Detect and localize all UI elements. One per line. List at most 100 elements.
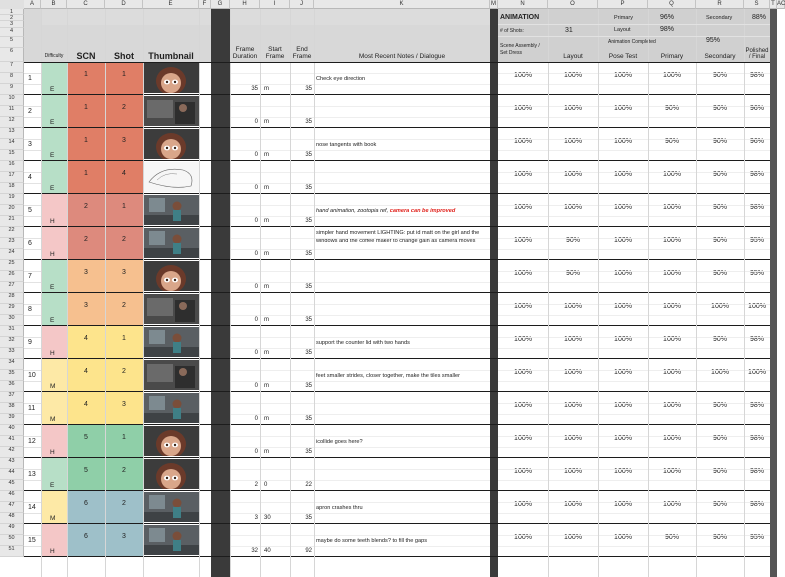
row-number[interactable]: 46 xyxy=(0,491,24,502)
row-number[interactable]: 37 xyxy=(0,392,24,403)
row-number[interactable]: 47 xyxy=(0,502,24,513)
row-number[interactable]: 45 xyxy=(0,480,24,491)
row-number[interactable]: 35 xyxy=(0,370,24,381)
row-number[interactable]: 27 xyxy=(0,282,24,293)
thumbnail-cell[interactable] xyxy=(143,393,199,423)
column-header-q[interactable]: Q xyxy=(648,0,696,9)
row-number[interactable]: 4 xyxy=(0,28,24,37)
row-number[interactable]: 19 xyxy=(0,194,24,205)
notes-cell[interactable] xyxy=(316,97,488,126)
notes-cell[interactable]: support the counter lid with two hands xyxy=(316,328,488,357)
row-number[interactable]: 9 xyxy=(0,84,24,95)
column-header-c[interactable]: C xyxy=(67,0,105,9)
thumbnail-cell[interactable] xyxy=(143,327,199,357)
row-number[interactable]: 49 xyxy=(0,524,24,535)
column-header-j[interactable]: J xyxy=(290,0,314,9)
row-number[interactable]: 17 xyxy=(0,172,24,183)
row-number[interactable]: 20 xyxy=(0,205,24,216)
thumbnail-cell[interactable] xyxy=(143,96,199,126)
thumbnail-cell[interactable] xyxy=(143,129,199,159)
row-number[interactable]: 15 xyxy=(0,150,24,161)
column-header-ac[interactable]: AC xyxy=(777,0,785,9)
column-header-r[interactable]: R xyxy=(696,0,744,9)
row-number[interactable]: 6 xyxy=(0,48,24,62)
row-number[interactable]: 10 xyxy=(0,95,24,106)
column-header-b[interactable]: B xyxy=(41,0,67,9)
row-number[interactable]: 39 xyxy=(0,414,24,425)
column-header-n[interactable]: N xyxy=(498,0,548,9)
notes-cell[interactable] xyxy=(316,460,488,489)
column-header-f[interactable]: F xyxy=(199,0,211,9)
row-number[interactable]: 32 xyxy=(0,337,24,348)
thumbnail-cell[interactable] xyxy=(143,162,199,192)
thumbnail-cell[interactable] xyxy=(143,525,199,555)
row-number[interactable]: 44 xyxy=(0,469,24,480)
notes-cell[interactable] xyxy=(316,262,488,291)
row-number[interactable]: 28 xyxy=(0,293,24,304)
column-header-t[interactable]: T xyxy=(770,0,777,9)
row-number[interactable]: 40 xyxy=(0,425,24,436)
notes-cell[interactable] xyxy=(316,163,488,192)
row-number[interactable]: 31 xyxy=(0,326,24,337)
notes-cell[interactable] xyxy=(316,394,488,423)
notes-cell[interactable]: feet smaller strides, closer together, m… xyxy=(316,361,488,390)
row-number[interactable]: 41 xyxy=(0,436,24,447)
row-number[interactable]: 26 xyxy=(0,271,24,282)
row-number[interactable]: 16 xyxy=(0,161,24,172)
notes-cell[interactable]: icollide goes here? xyxy=(316,427,488,456)
column-header-h[interactable]: H xyxy=(230,0,260,9)
row-number[interactable]: 3 xyxy=(0,21,24,28)
thumbnail-cell[interactable] xyxy=(143,360,199,390)
thumbnail-cell[interactable] xyxy=(143,459,199,489)
row-number[interactable]: 30 xyxy=(0,315,24,326)
thumbnail-cell[interactable] xyxy=(143,492,199,522)
row-number[interactable]: 38 xyxy=(0,403,24,414)
row-number[interactable]: 24 xyxy=(0,249,24,260)
notes-cell[interactable]: simpler hand movement LIGHTING: put id m… xyxy=(316,229,488,258)
row-number[interactable]: 34 xyxy=(0,359,24,370)
notes-cell[interactable]: Check eye direction xyxy=(316,64,488,93)
row-number[interactable]: 36 xyxy=(0,381,24,392)
row-number[interactable]: 14 xyxy=(0,139,24,150)
thumbnail-cell[interactable] xyxy=(143,294,199,324)
thumbnail-cell[interactable] xyxy=(143,426,199,456)
row-number[interactable]: 48 xyxy=(0,513,24,524)
row-number[interactable]: 22 xyxy=(0,227,24,238)
row-number[interactable]: 11 xyxy=(0,106,24,117)
row-number[interactable]: 23 xyxy=(0,238,24,249)
row-number[interactable]: 21 xyxy=(0,216,24,227)
notes-cell[interactable]: hand animation, zootopia ref, camera can… xyxy=(316,196,488,225)
column-header-i[interactable]: I xyxy=(260,0,290,9)
notes-cell[interactable]: apron crashes thru xyxy=(316,493,488,522)
column-header-o[interactable]: O xyxy=(548,0,598,9)
row-number[interactable]: 43 xyxy=(0,458,24,469)
thumbnail-cell[interactable] xyxy=(143,63,199,93)
row-number[interactable]: 33 xyxy=(0,348,24,359)
row-number[interactable]: 42 xyxy=(0,447,24,458)
column-header-m[interactable]: M xyxy=(490,0,498,9)
column-header-d[interactable]: D xyxy=(105,0,143,9)
thumbnail-cell[interactable] xyxy=(143,228,199,258)
row-number[interactable]: 29 xyxy=(0,304,24,315)
row-number[interactable]: 50 xyxy=(0,535,24,546)
notes-cell[interactable] xyxy=(316,295,488,324)
row-number[interactable]: 7 xyxy=(0,62,24,73)
notes-cell[interactable]: nose tangents with book xyxy=(316,130,488,159)
frame-duration: 0 xyxy=(254,185,258,191)
row-number[interactable]: 18 xyxy=(0,183,24,194)
row-number[interactable]: 5 xyxy=(0,37,24,48)
column-header-e[interactable]: E xyxy=(143,0,199,9)
row-number[interactable]: 12 xyxy=(0,117,24,128)
row-number[interactable]: 13 xyxy=(0,128,24,139)
row-number[interactable]: 25 xyxy=(0,260,24,271)
column-header-g[interactable]: G xyxy=(211,0,230,9)
thumbnail-cell[interactable] xyxy=(143,195,199,225)
row-number[interactable]: 8 xyxy=(0,73,24,84)
row-number[interactable]: 51 xyxy=(0,546,24,557)
column-header-s[interactable]: S xyxy=(744,0,770,9)
column-header-p[interactable]: P xyxy=(598,0,648,9)
notes-cell[interactable]: maybe do some teeth blends? to fill the … xyxy=(316,526,488,555)
thumbnail-cell[interactable] xyxy=(143,261,199,291)
column-header-a[interactable]: A xyxy=(24,0,41,9)
column-header-k[interactable]: K xyxy=(314,0,490,9)
